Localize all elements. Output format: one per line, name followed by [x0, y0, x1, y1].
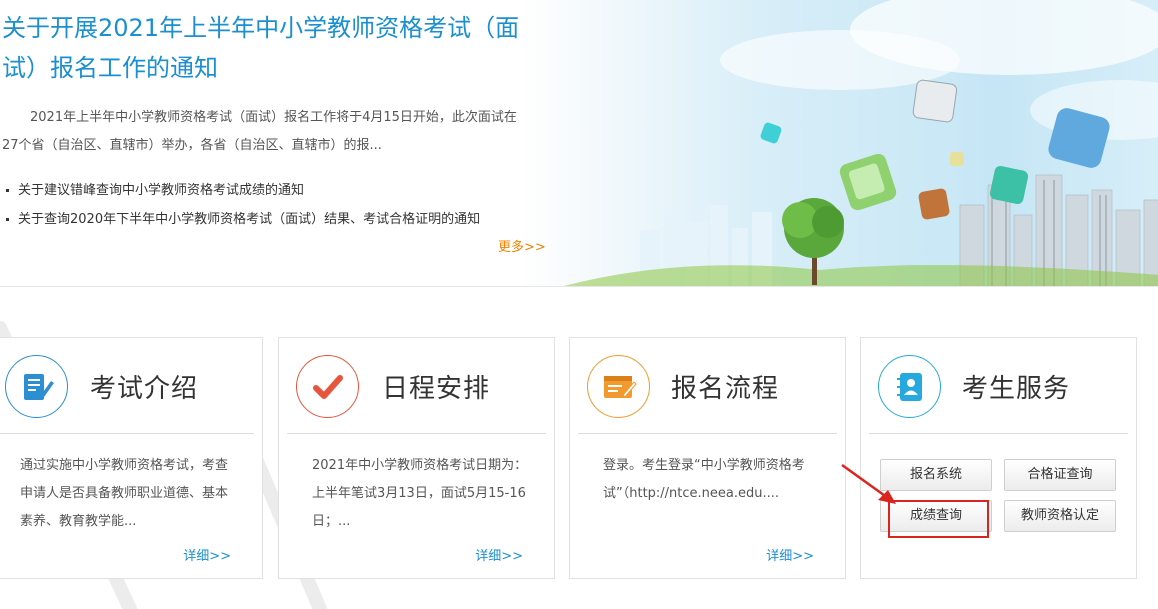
more-news-link[interactable]: 更多>> — [498, 236, 546, 255]
headline-news-title[interactable]: 关于开展2021年上半年中小学教师资格考试（面试）报名工作的通知 — [2, 8, 542, 88]
news-item[interactable]: 关于建议错峰查询中小学教师资格考试成绩的通知 — [6, 176, 480, 205]
card-title: 报名流程 — [671, 374, 780, 404]
news-list: 关于建议错峰查询中小学教师资格考试成绩的通知 关于查询2020年下半年中小学教师… — [6, 176, 480, 234]
highlight-box — [888, 500, 989, 538]
detail-link[interactable]: 详细>> — [766, 545, 814, 564]
red-arrow-icon — [841, 463, 896, 504]
contact-book-icon — [878, 355, 941, 418]
card-title: 考生服务 — [962, 374, 1071, 404]
card-description: 通过实施中小学教师资格考试，考查申请人是否具备教师职业道德、基本素养、教育教学能… — [20, 458, 229, 529]
divider — [287, 433, 546, 434]
divider — [578, 433, 837, 434]
city-illustration — [563, 0, 1158, 286]
form-pen-icon — [587, 355, 650, 418]
top-banner: 关于开展2021年上半年中小学教师资格考试（面试）报名工作的通知 2021年上半… — [0, 0, 1158, 287]
detail-link[interactable]: 详细>> — [475, 545, 523, 564]
divider — [0, 433, 254, 434]
card-title: 考试介绍 — [90, 374, 199, 404]
card-registration-process: 报名流程 登录。考生登录“中小学教师资格考试”（http://ntce.neea… — [569, 337, 846, 579]
document-pen-icon — [5, 355, 68, 418]
card-description: 2021年中小学教师资格考试日期为：上半年笔试3月13日，面试5月15-16日；… — [312, 458, 528, 529]
card-schedule: 日程安排 2021年中小学教师资格考试日期为：上半年笔试3月13日，面试5月15… — [278, 337, 555, 579]
teacher-qualification-button[interactable]: 教师资格认定 — [1004, 500, 1116, 532]
certificate-query-button[interactable]: 合格证查询 — [1004, 459, 1116, 491]
checkmark-icon — [296, 355, 359, 418]
card-description: 登录。考生登录“中小学教师资格考试”（http://ntce.neea.edu.… — [603, 458, 805, 501]
divider — [869, 433, 1128, 434]
card-title: 日程安排 — [382, 374, 491, 404]
detail-link[interactable]: 详细>> — [183, 545, 231, 564]
headline-news-summary: 2021年上半年中小学教师资格考试（面试）报名工作将于4月15日开始，此次面试在… — [2, 110, 517, 153]
news-item[interactable]: 关于查询2020年下半年中小学教师资格考试（面试）结果、考试合格证明的通知 — [6, 205, 480, 234]
card-candidate-service: 考生服务 报名系统 合格证查询 成绩查询 教师资格认定 — [860, 337, 1137, 579]
card-exam-intro: 考试介绍 通过实施中小学教师资格考试，考查申请人是否具备教师职业道德、基本素养、… — [0, 337, 263, 579]
